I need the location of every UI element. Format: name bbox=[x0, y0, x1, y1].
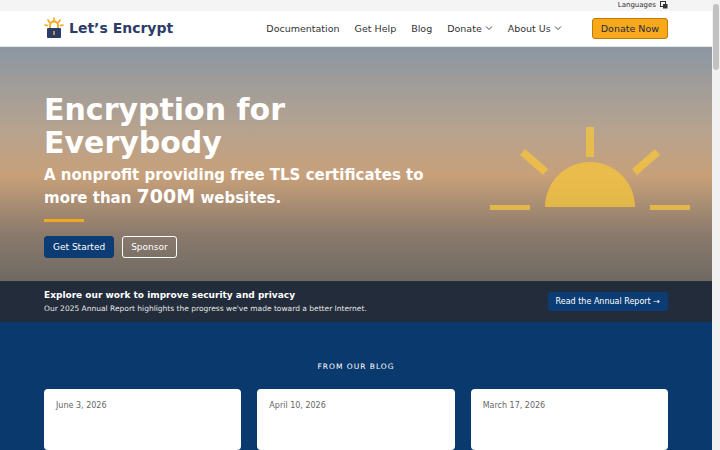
scrollbar-thumb[interactable] bbox=[713, 4, 719, 70]
hero-title: Encryption for Everybody bbox=[44, 93, 344, 159]
report-description: Our 2025 Annual Report highlights the pr… bbox=[44, 304, 548, 313]
logo[interactable]: Let’s Encrypt bbox=[44, 17, 173, 39]
sun-icon bbox=[490, 97, 690, 227]
hero-button[interactable]: Sponsor bbox=[122, 236, 177, 258]
page-content: Languages Let’s Encrypt Documentation Get … bbox=[0, 0, 712, 450]
blog-heading: FROM OUR BLOG bbox=[44, 362, 668, 371]
page: Languages Let’s Encrypt Documentation Get … bbox=[0, 0, 720, 450]
post-date: March 17, 2026 bbox=[483, 401, 656, 410]
top-bar: Languages bbox=[0, 0, 712, 11]
hero-button[interactable]: Get Started bbox=[44, 236, 114, 258]
nav-links: Documentation Get Help Blog Donate About… bbox=[266, 23, 561, 34]
nav-link[interactable]: Get Help bbox=[355, 23, 397, 34]
chevron-down-icon bbox=[554, 25, 562, 31]
post-date: April 10, 2026 bbox=[269, 401, 442, 410]
hero-buttons: Get Started Sponsor bbox=[44, 236, 668, 258]
post-date: June 3, 2026 bbox=[56, 401, 229, 410]
translate-icon[interactable] bbox=[660, 1, 668, 9]
blog-card[interactable]: June 3, 2026 bbox=[44, 389, 241, 450]
scrollbar[interactable] bbox=[712, 0, 720, 450]
blog-card[interactable]: March 17, 2026 bbox=[471, 389, 668, 450]
hero-subtitle: A nonprofit providing free TLS certifica… bbox=[44, 165, 444, 209]
nav-link[interactable]: Donate bbox=[447, 23, 493, 34]
accent-rule bbox=[44, 219, 84, 222]
nav-link[interactable]: About Us bbox=[508, 23, 562, 34]
hero: Encryption for Everybody A nonprofit prov… bbox=[0, 47, 712, 281]
nav-link[interactable]: Documentation bbox=[266, 23, 339, 34]
languages-link[interactable]: Languages bbox=[618, 1, 656, 9]
blog-section: FROM OUR BLOG June 3, 2026 April 10, 2026 M… bbox=[0, 322, 712, 450]
report-title: Explore our work to improve security and… bbox=[44, 290, 548, 300]
blog-card[interactable]: April 10, 2026 bbox=[257, 389, 454, 450]
donate-now-button[interactable]: Donate Now bbox=[592, 18, 668, 39]
padlock-sun-icon bbox=[44, 17, 64, 39]
nav-link[interactable]: Blog bbox=[411, 23, 432, 34]
chevron-down-icon bbox=[485, 25, 493, 31]
navbar: Let’s Encrypt Documentation Get Help Blog… bbox=[0, 11, 712, 48]
annual-report-button[interactable]: Read the Annual Report → bbox=[548, 292, 668, 311]
annual-report-banner: Explore our work to improve security and… bbox=[0, 281, 712, 322]
